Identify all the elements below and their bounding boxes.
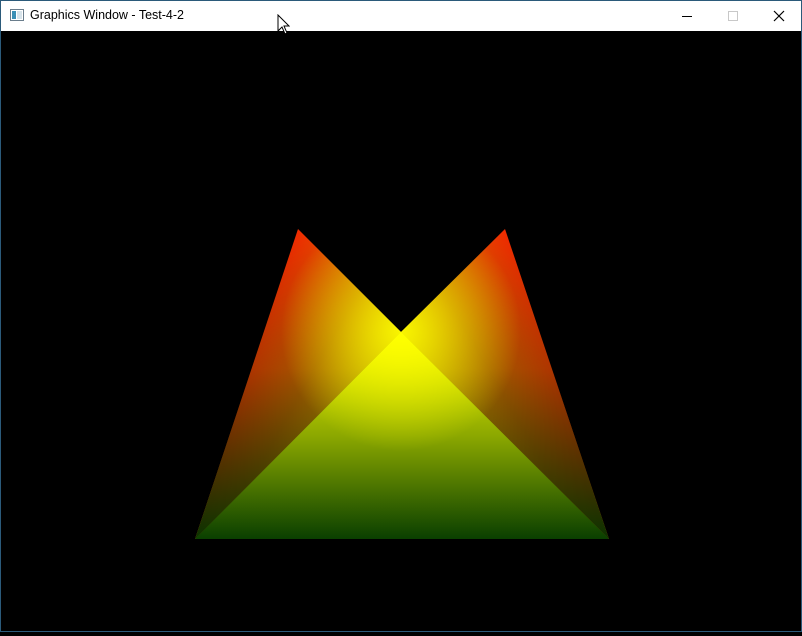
window-title: Graphics Window - Test-4-2: [30, 8, 184, 22]
minimize-icon: [682, 16, 692, 17]
title-bar[interactable]: Graphics Window - Test-4-2: [1, 1, 801, 31]
maximize-icon: [728, 11, 738, 21]
close-button[interactable]: [756, 1, 802, 31]
maximize-button[interactable]: [710, 1, 756, 31]
close-icon: [773, 10, 785, 22]
m-shape-render: [195, 229, 609, 539]
graphics-window: Graphics Window - Test-4-2: [0, 0, 802, 632]
app-window-icon: [10, 9, 24, 21]
render-canvas[interactable]: [1, 31, 801, 631]
minimize-button[interactable]: [664, 1, 710, 31]
